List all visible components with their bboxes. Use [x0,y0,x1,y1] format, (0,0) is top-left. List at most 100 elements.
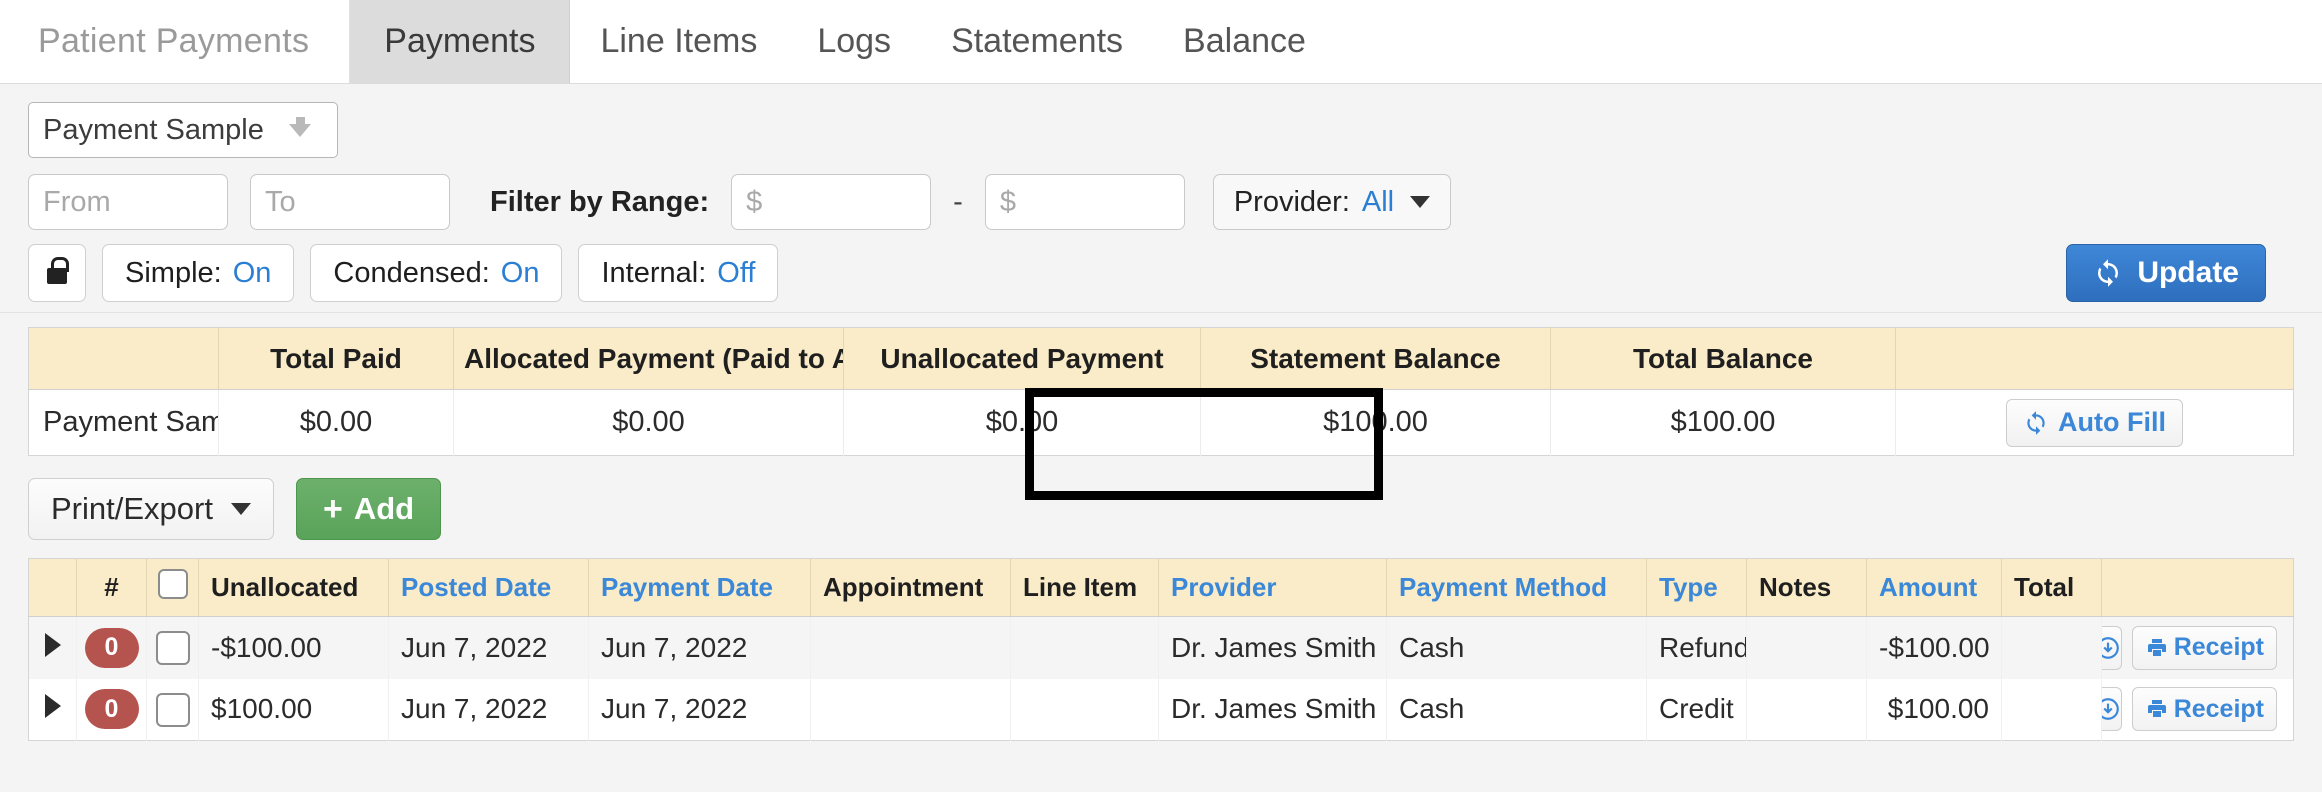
summary-col-statement-balance: Statement Balance [1200,327,1551,390]
receipt-button[interactable]: Receipt [2131,625,2277,670]
summary-allocated-payment: $0.00 [453,389,844,456]
grid-col-posted-date[interactable]: Posted Date [388,558,589,617]
grid-col-actions [2101,558,2294,617]
download-button[interactable] [2101,625,2122,670]
table-row[interactable]: 0 -$100.00 Jun 7, 2022 Jun 7, 2022 Dr. J… [28,616,2294,679]
row-payment-method: Cash [1386,678,1647,741]
chevron-down-icon [1410,196,1431,208]
update-button-label: Update [2137,256,2239,289]
summary-col-unallocated-payment: Unallocated Payment [843,327,1201,390]
row-actions-cell: Receipt [2101,616,2294,679]
grid-col-provider[interactable]: Provider [1158,558,1387,617]
tab-logs[interactable]: Logs [787,0,922,83]
row-select-cell[interactable] [146,616,199,679]
row-unallocated: -$100.00 [198,616,389,679]
range-separator: - [953,185,963,218]
row-payment-method: Cash [1386,616,1647,679]
row-expander[interactable] [28,616,77,679]
account-select[interactable]: Payment Sample [28,102,338,158]
row-payment-date: Jun 7, 2022 [588,678,811,741]
row-checkbox[interactable] [155,631,190,666]
receipt-button-label: Receipt [2173,633,2264,662]
print-export-button[interactable]: Print/Export [28,478,274,540]
provider-filter-label: Provider: [1233,185,1350,218]
tab-line-items[interactable]: Line Items [570,0,788,83]
row-posted-date: Jun 7, 2022 [388,616,589,679]
summary-actions-cell: Auto Fill [1895,389,2294,456]
row-notes [1746,678,1867,741]
payments-header-row: # Unallocated Posted Date Payment Date A… [28,558,2294,617]
row-checkbox[interactable] [155,692,190,727]
row-amount: $100.00 [1866,678,2002,741]
row-select-cell[interactable] [146,678,199,741]
summary-section: Total Paid Allocated Payment (Paid to Ap… [0,313,2322,456]
grid-col-number: # [76,558,147,617]
tab-bar: Patient Payments Payments Line Items Log… [0,0,2322,84]
date-from-input[interactable] [28,174,228,230]
tab-payments[interactable]: Payments [350,0,571,83]
internal-toggle[interactable]: Internal: Off [578,244,779,302]
receipt-button[interactable]: Receipt [2131,687,2277,732]
summary-row-name: Payment Sample [28,389,219,456]
chevron-right-icon [44,632,61,657]
row-total [2001,678,2102,741]
condensed-toggle-value: On [500,256,540,289]
row-posted-date: Jun 7, 2022 [388,678,589,741]
printer-icon [2145,636,2169,660]
select-all-checkbox[interactable] [157,569,188,599]
row-badge-cell: 0 [76,678,147,741]
grid-col-payment-date[interactable]: Payment Date [588,558,811,617]
simple-toggle[interactable]: Simple: On [102,244,295,302]
summary-col-total-paid: Total Paid [218,327,454,390]
chevron-down-icon [289,116,311,137]
summary-col-total-balance: Total Balance [1550,327,1896,390]
range-max-input[interactable] [984,174,1185,230]
grid-col-type[interactable]: Type [1646,558,1747,617]
tab-statements[interactable]: Statements [921,0,1154,83]
table-row[interactable]: 0 $100.00 Jun 7, 2022 Jun 7, 2022 Dr. Ja… [28,678,2294,741]
grid-col-payment-method[interactable]: Payment Method [1386,558,1647,617]
status-badge: 0 [84,627,139,668]
range-min-input[interactable] [731,174,932,230]
grid-col-notes: Notes [1746,558,1867,617]
plus-icon: + [322,490,343,528]
update-button[interactable]: Update [2066,244,2266,302]
tab-balance[interactable]: Balance [1153,0,1336,83]
lock-button[interactable] [28,244,86,302]
row-provider: Dr. James Smith [1158,678,1387,741]
summary-total-paid: $0.00 [218,389,454,456]
summary-total-balance: $100.00 [1550,389,1896,456]
lock-icon [47,256,69,284]
row-type: Refund [1646,616,1747,679]
grid-col-unallocated: Unallocated [198,558,389,617]
summary-col-allocated-payment: Allocated Payment (Paid to Appt) [453,327,844,390]
download-button[interactable] [2101,687,2122,732]
payments-table: # Unallocated Posted Date Payment Date A… [28,558,2294,741]
grid-action-bar: Print/Export + Add [0,456,2322,558]
summary-unallocated-payment: $0.00 [843,389,1201,456]
row-amount: -$100.00 [1866,616,2002,679]
refresh-icon [2093,258,2123,288]
auto-fill-button[interactable]: Auto Fill [2006,398,2183,447]
grid-col-line-item: Line Item [1010,558,1159,617]
grid-col-amount[interactable]: Amount [1866,558,2002,617]
summary-row: Payment Sample $0.00 $0.00 $0.00 $100.00… [28,389,2294,456]
row-notes [1746,616,1867,679]
printer-icon [2145,697,2169,721]
add-button[interactable]: + Add [295,478,442,540]
grid-col-appointment: Appointment [810,558,1011,617]
grid-col-total: Total [2001,558,2102,617]
row-appointment [810,616,1011,679]
row-appointment [810,678,1011,741]
condensed-toggle[interactable]: Condensed: On [310,244,563,302]
row-expander[interactable] [28,678,77,741]
date-to-input[interactable] [250,174,450,230]
refresh-icon [2023,410,2049,436]
row-unallocated: $100.00 [198,678,389,741]
row-provider: Dr. James Smith [1158,616,1387,679]
row-payment-date: Jun 7, 2022 [588,616,811,679]
grid-col-select-all[interactable] [146,558,199,617]
row-actions-cell: Receipt [2101,679,2294,741]
status-badge: 0 [84,689,139,730]
provider-filter-dropdown[interactable]: Provider: All [1212,174,1452,230]
